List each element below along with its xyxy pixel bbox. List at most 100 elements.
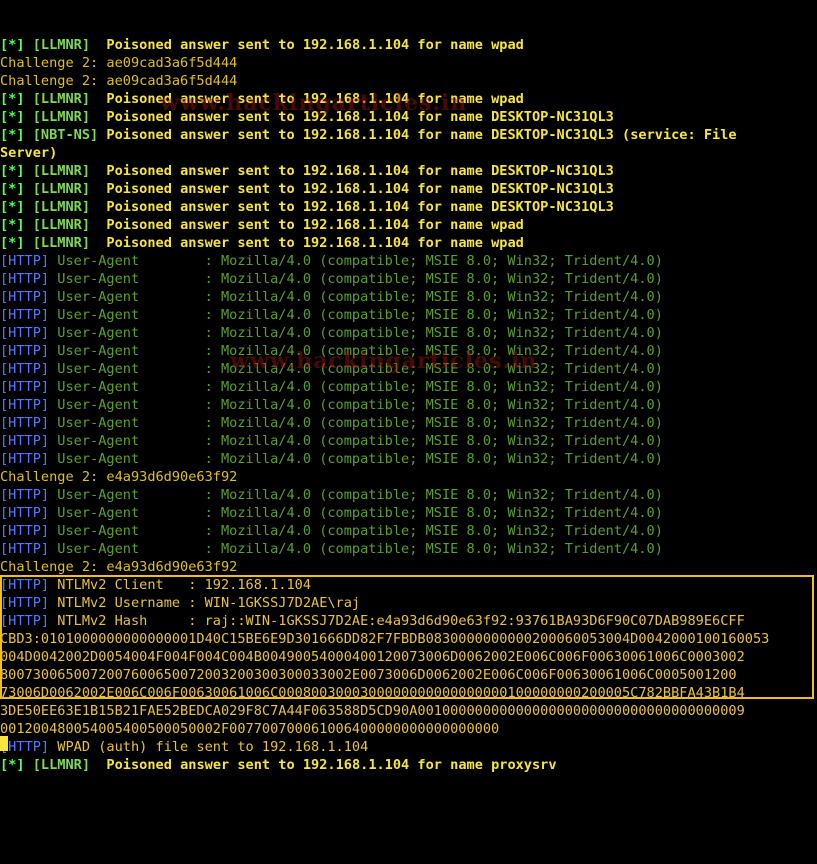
terminal-line: 3DE50EE63E1B15B21FAE52BEDCA029F8C7A44F06… [0,702,817,720]
terminal-line: Challenge 2: ae09cad3a6f5d444 [0,54,817,72]
user-agent-text: User-Agent : Mozilla/4.0 (compatible; MS… [57,253,663,269]
terminal-line: [*] [LLMNR] Poisoned answer sent to 192.… [0,36,817,54]
terminal-line: [HTTP] User-Agent : Mozilla/4.0 (compati… [0,252,817,270]
poison-message: Poisoned answer sent to 192.168.1.104 fo… [106,163,614,179]
ntlm-hash-continuation: 3DE50EE63E1B15B21FAE52BEDCA029F8C7A44F06… [0,703,745,719]
watermark-middle: www.hackingarticles.in [230,348,538,374]
ntlm-hash-continuation: 001200480054005400500050002F007700700061… [0,721,500,737]
terminal-line: [HTTP] User-Agent : Mozilla/4.0 (compati… [0,522,817,540]
status-tag: [*] [0,91,25,107]
http-tag: [HTTP] [0,289,50,305]
terminal-window[interactable]: [*] [LLMNR] Poisoned answer sent to 192.… [0,0,817,773]
http-tag: [HTTP] [0,253,50,269]
terminal-line: [*] [LLMNR] Poisoned answer sent to 192.… [0,216,817,234]
ntlm-hash-continuation: 73006D0062002E006C006F00630061006C000800… [0,685,745,701]
http-tag: [HTTP] [0,307,50,323]
poison-message: Poisoned answer sent to 192.168.1.104 fo… [106,217,524,233]
protocol-tag: [LLMNR] [32,37,91,53]
terminal-line: [HTTP] User-Agent : Mozilla/4.0 (compati… [0,396,817,414]
status-tag: [*] [0,199,25,215]
status-tag: [*] [0,217,25,233]
http-tag: [HTTP] [0,415,50,431]
terminal-line: [HTTP] WPAD (auth) file sent to 192.168.… [0,738,817,756]
terminal-output: [*] [LLMNR] Poisoned answer sent to 192.… [0,36,817,774]
user-agent-text: User-Agent : Mozilla/4.0 (compatible; MS… [57,541,663,557]
terminal-line: [HTTP] NTLMv2 Client : 192.168.1.104 [0,576,817,594]
user-agent-text: User-Agent : Mozilla/4.0 (compatible; MS… [57,397,663,413]
http-tag: [HTTP] [0,523,50,539]
status-tag: [*] [0,109,25,125]
ntlm-hash-continuation: CBD3:0101000000000000001D40C15BE6E9D3016… [0,631,770,647]
ntlm-hash-continuation: 8007300650072007600650072003200300300033… [0,667,737,683]
terminal-line: [HTTP] User-Agent : Mozilla/4.0 (compati… [0,432,817,450]
user-agent-text: User-Agent : Mozilla/4.0 (compatible; MS… [57,325,663,341]
protocol-tag: [LLMNR] [32,181,91,197]
poison-message: Poisoned answer sent to 192.168.1.104 fo… [106,181,614,197]
user-agent-text: User-Agent : Mozilla/4.0 (compatible; MS… [57,307,663,323]
protocol-tag: [NBT-NS] [32,127,99,143]
terminal-line: [*] [LLMNR] Poisoned answer sent to 192.… [0,234,817,252]
challenge-text: Challenge 2: ae09cad3a6f5d444 [0,73,238,89]
terminal-line: [*] [LLMNR] Poisoned answer sent to 192.… [0,756,817,774]
status-tag: [*] [0,127,25,143]
user-agent-text: User-Agent : Mozilla/4.0 (compatible; MS… [57,433,663,449]
http-tag: [HTTP] [0,505,50,521]
http-tag: [HTTP] [0,433,50,449]
protocol-tag: [LLMNR] [32,109,91,125]
terminal-line: 001200480054005400500050002F007700700061… [0,720,817,738]
http-tag: [HTTP] [0,397,50,413]
poison-message: Poisoned answer sent to 192.168.1.104 fo… [106,37,524,53]
ntlm-text: NTLMv2 Client : 192.168.1.104 [57,577,312,593]
protocol-tag: [LLMNR] [32,235,91,251]
challenge-text: Challenge 2: e4a93d6d90e63f92 [0,469,238,485]
http-tag: [HTTP] [0,577,50,593]
terminal-line: [HTTP] User-Agent : Mozilla/4.0 (compati… [0,486,817,504]
http-tag: [HTTP] [0,271,50,287]
protocol-tag: [LLMNR] [32,757,91,773]
user-agent-text: User-Agent : Mozilla/4.0 (compatible; MS… [57,379,663,395]
terminal-line: [HTTP] User-Agent : Mozilla/4.0 (compati… [0,378,817,396]
poison-message: Poisoned answer sent to 192.168.1.104 fo… [106,235,524,251]
poison-message: Poisoned answer sent to 192.168.1.104 fo… [106,199,614,215]
terminal-line: 004D0042002D0054004F004F004C004B00490054… [0,648,817,666]
protocol-tag: [LLMNR] [32,217,91,233]
user-agent-text: User-Agent : Mozilla/4.0 (compatible; MS… [57,271,663,287]
status-tag: [*] [0,235,25,251]
http-tag: [HTTP] [0,451,50,467]
terminal-line: [HTTP] User-Agent : Mozilla/4.0 (compati… [0,324,817,342]
status-tag: [*] [0,37,25,53]
terminal-line: [HTTP] User-Agent : Mozilla/4.0 (compati… [0,306,817,324]
protocol-tag: [LLMNR] [32,163,91,179]
terminal-line: Challenge 2: ae09cad3a6f5d444 [0,72,817,90]
ntlm-text: NTLMv2 Username : WIN-1GKSSJ7D2AE\raj [57,595,361,611]
protocol-tag: [LLMNR] [32,199,91,215]
terminal-line: [HTTP] User-Agent : Mozilla/4.0 (compati… [0,504,817,522]
http-tag: [HTTP] [0,541,50,557]
terminal-line: 73006D0062002E006C006F00630061006C000800… [0,684,817,702]
terminal-line: [*] [NBT-NS] Poisoned answer sent to 192… [0,126,817,144]
user-agent-text: User-Agent : Mozilla/4.0 (compatible; MS… [57,505,663,521]
terminal-line: [HTTP] User-Agent : Mozilla/4.0 (compati… [0,288,817,306]
terminal-line: CBD3:0101000000000000001D40C15BE6E9D3016… [0,630,817,648]
http-tag: [HTTP] [0,343,50,359]
terminal-cursor [0,736,8,751]
poison-message: Poisoned answer sent to 192.168.1.104 fo… [106,127,737,143]
terminal-line: Challenge 2: e4a93d6d90e63f92 [0,468,817,486]
terminal-line: [HTTP] NTLMv2 Hash : raj::WIN-1GKSSJ7D2A… [0,612,817,630]
user-agent-text: User-Agent : Mozilla/4.0 (compatible; MS… [57,451,663,467]
protocol-tag: [LLMNR] [32,91,91,107]
terminal-line: [*] [LLMNR] Poisoned answer sent to 192.… [0,198,817,216]
user-agent-text: User-Agent : Mozilla/4.0 (compatible; MS… [57,289,663,305]
terminal-line: [HTTP] User-Agent : Mozilla/4.0 (compati… [0,450,817,468]
terminal-line: [HTTP] NTLMv2 Username : WIN-1GKSSJ7D2AE… [0,594,817,612]
user-agent-text: User-Agent : Mozilla/4.0 (compatible; MS… [57,523,663,539]
http-tag: [HTTP] [0,379,50,395]
user-agent-text: User-Agent : Mozilla/4.0 (compatible; MS… [57,415,663,431]
ntlm-text: NTLMv2 Hash : raj::WIN-1GKSSJ7D2AE:e4a93… [57,613,745,629]
challenge-text: Challenge 2: ae09cad3a6f5d444 [0,55,238,71]
terminal-line: [*] [LLMNR] Poisoned answer sent to 192.… [0,162,817,180]
terminal-line: [*] [LLMNR] Poisoned answer sent to 192.… [0,180,817,198]
user-agent-text: User-Agent : Mozilla/4.0 (compatible; MS… [57,487,663,503]
ntlm-hash-continuation: 004D0042002D0054004F004F004C004B00490054… [0,649,745,665]
http-tag: [HTTP] [0,325,50,341]
